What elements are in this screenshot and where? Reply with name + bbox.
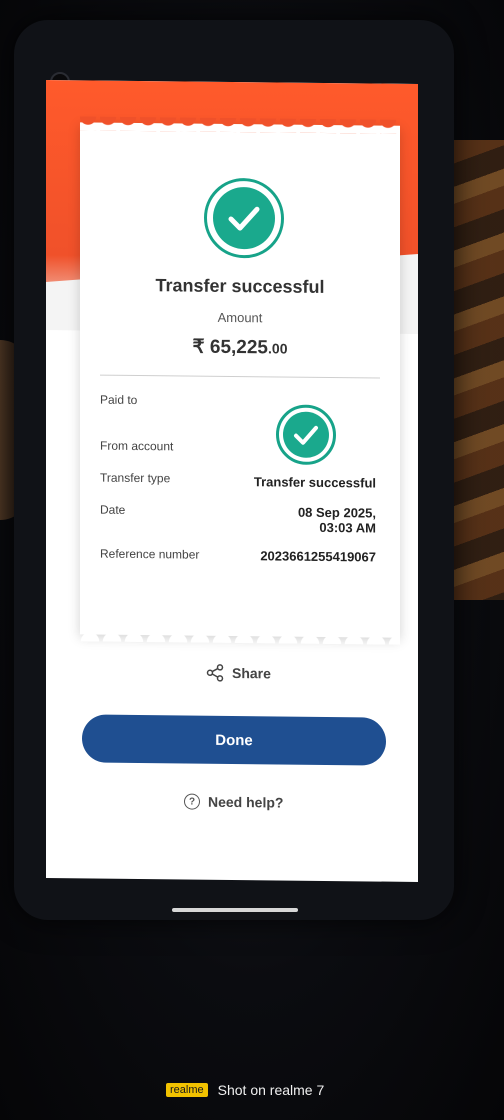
receipt-title: Transfer successful — [155, 275, 325, 297]
phone-body: Transfer successful Amount ₹ 65,225.00 P… — [14, 20, 454, 920]
home-indicator — [172, 908, 298, 912]
success-check-icon — [204, 177, 284, 259]
success-check-icon-overlay — [276, 404, 336, 466]
background-fabric — [454, 140, 504, 600]
time-line: 03:03 AM — [319, 519, 376, 536]
date-value: 08 Sep 2025, 03:03 AM — [298, 505, 376, 536]
from-account-label: From account — [100, 438, 174, 454]
watermark-brand: realme — [166, 1083, 208, 1097]
transfer-type-value: Transfer successful — [253, 474, 376, 491]
date-line: 08 Sep 2025, — [297, 504, 376, 521]
receipt-divider — [100, 374, 380, 379]
phone-screen: Transfer successful Amount ₹ 65,225.00 P… — [46, 80, 418, 882]
watermark-text: Shot on realme 7 — [217, 1082, 325, 1098]
share-label: Share — [232, 665, 271, 682]
need-help-label: Need help? — [208, 793, 284, 811]
amount-value: ₹ 65,225.00 — [80, 334, 400, 360]
currency-symbol: ₹ — [192, 336, 205, 358]
amount-label: Amount — [217, 309, 263, 326]
receipt-bottom-edge — [80, 627, 400, 645]
share-icon — [206, 664, 224, 682]
transfer-type-label: Transfer type — [100, 470, 171, 486]
camera-watermark: realme Shot on realme 7 — [166, 1082, 324, 1098]
date-label: Date — [100, 502, 126, 517]
need-help-link[interactable]: ? Need help? — [184, 793, 284, 811]
done-button[interactable]: Done — [82, 714, 386, 766]
transfer-receipt-card: Transfer successful Amount ₹ 65,225.00 P… — [80, 116, 400, 645]
reference-number-label: Reference number — [100, 546, 200, 562]
amount-main: 65,225 — [209, 336, 269, 359]
amount-decimal: .00 — [268, 340, 288, 357]
help-question-icon: ? — [184, 793, 200, 810]
reference-number-value: 2023661255419067 — [260, 548, 376, 565]
share-button[interactable]: Share — [206, 664, 271, 683]
paid-to-label: Paid to — [100, 392, 138, 408]
receipt-top-edge — [80, 116, 400, 134]
